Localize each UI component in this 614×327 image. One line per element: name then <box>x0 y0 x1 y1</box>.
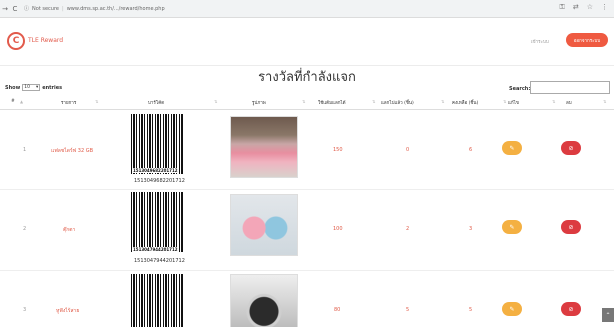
key-icon[interactable]: ⚿ <box>560 3 565 12</box>
remaining-count: 6 <box>469 147 473 153</box>
barcode-image <box>131 274 183 327</box>
sort-icon[interactable]: ⇅ <box>441 99 444 104</box>
forward-icon[interactable]: → <box>0 5 10 13</box>
exchanged-count: 0 <box>406 147 410 153</box>
row-number: 1 <box>23 147 27 153</box>
translate-icon[interactable]: ⇄ <box>573 3 579 12</box>
table-row: 3 หูฟังไร้สาย 80 5 5 ✎ ⊘ <box>0 271 614 327</box>
address-bar[interactable]: ⓘ Not secure | www.dms.sp.ac.th/.../rewa… <box>24 3 194 15</box>
chevron-up-icon: ⌃ <box>605 311 611 319</box>
barcode-image <box>131 192 183 252</box>
logo-icon[interactable]: C <box>7 32 25 50</box>
delete-button[interactable]: ⊘ <box>561 302 581 316</box>
points-cost: 100 <box>333 226 343 232</box>
security-label: Not secure <box>32 5 59 12</box>
entries-label: entries <box>42 84 63 91</box>
points-cost: 80 <box>334 307 341 313</box>
show-label: Show <box>5 84 21 91</box>
exchanged-count: 5 <box>406 307 410 313</box>
table-header: # ▲ รายการ ⇅ บาร์โค้ด ⇅ รูปภาพ ⇅ ใช้แต้ม… <box>0 96 614 110</box>
delete-button[interactable]: ⊘ <box>561 220 581 234</box>
page-size-value: 10 <box>24 85 30 90</box>
sort-icon[interactable]: ⇅ <box>95 99 98 104</box>
reward-name: แฟลชไดร์ฟ 32 GB <box>51 148 94 154</box>
page-size-select[interactable]: 10 ▾ <box>22 84 41 91</box>
barcode-image-digits: 1513047944201712 <box>133 247 178 252</box>
page-title: รางวัลที่กำลังแจก <box>258 70 356 85</box>
scroll-top-button[interactable]: ⌃ <box>602 308 614 322</box>
sort-icon[interactable]: ⇅ <box>302 99 305 104</box>
logout-button[interactable]: ออกจากระบบ <box>566 33 608 47</box>
reward-name: หูฟังไร้สาย <box>56 308 80 314</box>
star-icon[interactable]: ☆ <box>587 3 593 12</box>
show-entries: Show 10 ▾ entries <box>5 84 62 91</box>
pencil-icon: ✎ <box>509 223 515 231</box>
edit-button[interactable]: ✎ <box>502 220 522 234</box>
barcode-value: 1513047944201712 <box>134 258 185 264</box>
url-text: www.dms.sp.ac.th/.../reward/home.php <box>66 5 165 12</box>
remaining-count: 5 <box>469 307 473 313</box>
search-input[interactable] <box>530 81 610 94</box>
column-header-remaining[interactable]: คงเหลือ (ชิ้น) <box>452 99 478 106</box>
ban-icon: ⊘ <box>568 305 574 313</box>
url-separator: | <box>62 5 64 12</box>
sort-icon[interactable]: ⇅ <box>503 99 506 104</box>
edit-button[interactable]: ✎ <box>502 302 522 316</box>
edit-button[interactable]: ✎ <box>502 141 522 155</box>
barcode-value: 1513049682201712 <box>134 178 185 184</box>
info-icon: ⓘ <box>24 6 30 12</box>
delete-button[interactable]: ⊘ <box>561 141 581 155</box>
menu-icon[interactable]: ⋮ <box>601 3 608 12</box>
reward-photo <box>230 116 298 178</box>
column-header-exchanged[interactable]: แลกไปแล้ว (ชิ้น) <box>381 99 414 106</box>
column-header-image[interactable]: รูปภาพ <box>252 99 266 106</box>
browser-actions: ⚿ ⇄ ☆ ⋮ <box>560 3 608 12</box>
barcode-image <box>131 114 183 174</box>
sort-icon[interactable]: ▲ <box>20 99 23 104</box>
sort-icon[interactable]: ⇅ <box>603 99 606 104</box>
column-header-points[interactable]: ใช้แต้มแลกได้ <box>318 99 346 106</box>
sort-icon[interactable]: ⇅ <box>552 99 555 104</box>
points-cost: 150 <box>333 147 343 153</box>
column-header-delete[interactable]: ลบ <box>566 99 572 106</box>
ban-icon: ⊘ <box>568 144 574 152</box>
row-number: 3 <box>23 307 27 313</box>
column-header-barcode[interactable]: บาร์โค้ด <box>148 99 164 106</box>
user-link[interactable]: เข้าระบบ <box>531 38 549 45</box>
brand-name[interactable]: TLE Reward <box>28 37 63 44</box>
pencil-icon: ✎ <box>509 144 515 152</box>
ban-icon: ⊘ <box>568 223 574 231</box>
sort-icon[interactable]: ⇅ <box>372 99 375 104</box>
row-number: 2 <box>23 226 27 232</box>
site-header: C TLE Reward เข้าระบบ ออกจากระบบ <box>0 18 614 66</box>
browser-toolbar: → C ⓘ Not secure | www.dms.sp.ac.th/.../… <box>0 0 614 18</box>
exchanged-count: 2 <box>406 226 410 232</box>
reload-icon[interactable]: C <box>10 5 20 13</box>
reward-photo <box>230 274 298 327</box>
column-header-name[interactable]: รายการ <box>61 99 76 106</box>
column-header-number[interactable]: # <box>11 99 15 104</box>
search-label: Search: <box>509 86 531 92</box>
barcode-image-digits: 1513049682201712 <box>133 168 178 173</box>
reward-name: ตุ๊กตา <box>63 227 76 233</box>
reward-photo <box>230 194 298 256</box>
chevron-down-icon: ▾ <box>35 85 39 90</box>
pencil-icon: ✎ <box>509 305 515 313</box>
column-header-edit[interactable]: แก้ไข <box>508 99 519 106</box>
sort-icon[interactable]: ⇅ <box>214 99 217 104</box>
table-row: 1 แฟลชไดร์ฟ 32 GB 1513049682201712 15130… <box>0 110 614 190</box>
remaining-count: 3 <box>469 226 473 232</box>
page: → C ⓘ Not secure | www.dms.sp.ac.th/.../… <box>0 0 614 327</box>
table-row: 2 ตุ๊กตา 1513047944201712 15130479442017… <box>0 190 614 271</box>
